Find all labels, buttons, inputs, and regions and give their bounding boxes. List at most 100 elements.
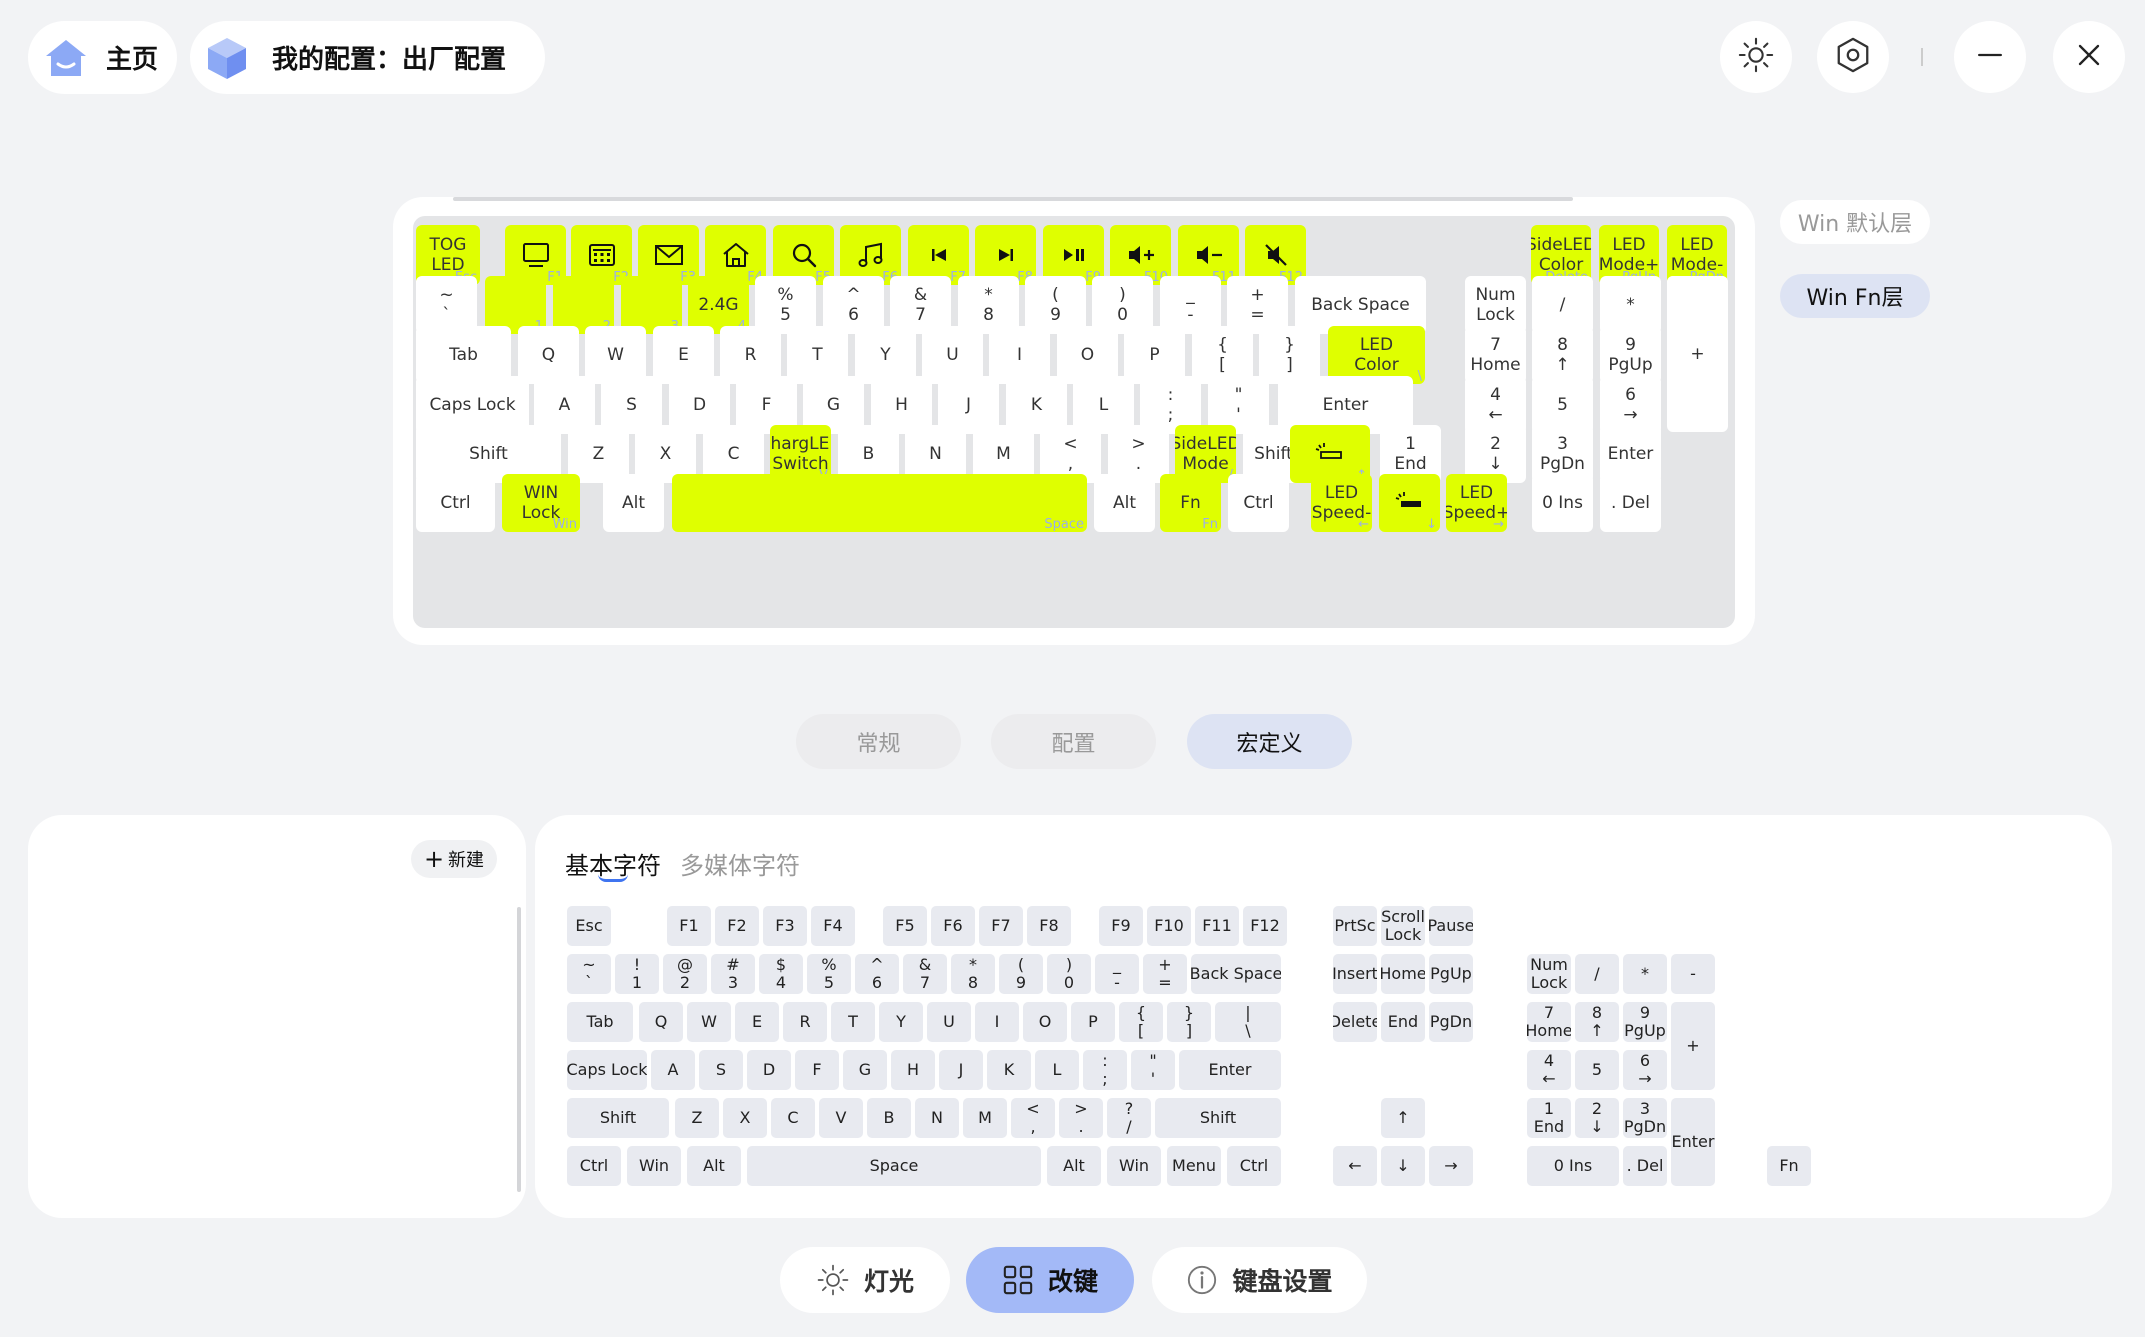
key-win-lock[interactable]: WIN Lock Win	[502, 474, 580, 532]
picker-key-m[interactable]: M	[963, 1098, 1007, 1138]
key-alt[interactable]: Alt	[1094, 474, 1155, 532]
picker-key-tab[interactable]: Tab	[567, 1002, 633, 1042]
key-del[interactable]: . Del	[1600, 474, 1661, 532]
picker-key-blank[interactable]: | \	[1215, 1002, 1281, 1042]
key-blank[interactable]: ↓	[1379, 474, 1440, 532]
tab-config[interactable]: 配置	[991, 714, 1156, 769]
picker-key-0-ins[interactable]: 0 Ins	[1527, 1146, 1619, 1186]
picker-key-5[interactable]: 5	[1575, 1050, 1619, 1090]
picker-key-4[interactable]: 4 ←	[1527, 1050, 1571, 1090]
picker-key-r[interactable]: R	[783, 1002, 827, 1042]
picker-key-0[interactable]: ) 0	[1047, 954, 1091, 994]
key-led-speed[interactable]: LED Speed- ←	[1311, 474, 1372, 532]
tab-media-chars[interactable]: 多媒体字符	[680, 846, 800, 881]
config-name-pill[interactable]: 我的配置：出厂配置	[190, 21, 545, 94]
picker-key-f6[interactable]: F6	[931, 906, 975, 946]
picker-key-y[interactable]: Y	[879, 1002, 923, 1042]
picker-key-win[interactable]: Win	[1107, 1146, 1161, 1186]
picker-key-3-pgdn[interactable]: 3 PgDn	[1623, 1098, 1667, 1138]
picker-key-blank[interactable]: + =	[1143, 954, 1187, 994]
key-0-ins[interactable]: 0 Ins	[1532, 474, 1593, 532]
picker-key-h[interactable]: H	[891, 1050, 935, 1090]
nav-keyboard-settings[interactable]: 键盘设置	[1152, 1247, 1367, 1313]
picker-key-blank[interactable]: ←	[1333, 1146, 1377, 1186]
picker-key-7-home[interactable]: 7 Home	[1527, 1002, 1571, 1042]
picker-key-blank[interactable]: } ]	[1167, 1002, 1211, 1042]
picker-key-esc[interactable]: Esc	[567, 906, 611, 946]
picker-key-o[interactable]: O	[1023, 1002, 1067, 1042]
picker-key-e[interactable]: E	[735, 1002, 779, 1042]
close-button[interactable]	[2053, 21, 2125, 93]
picker-key-shift[interactable]: Shift	[567, 1098, 669, 1138]
brightness-button[interactable]	[1720, 21, 1792, 93]
picker-key-blank[interactable]: ↑	[1381, 1098, 1425, 1138]
picker-key-win[interactable]: Win	[627, 1146, 681, 1186]
picker-key-end[interactable]: End	[1381, 1002, 1425, 1042]
picker-key-enter[interactable]: Enter	[1671, 1098, 1715, 1186]
tab-macro[interactable]: 宏定义	[1187, 714, 1352, 769]
picker-key-menu[interactable]: Menu	[1167, 1146, 1221, 1186]
home-button[interactable]: 主页	[28, 21, 177, 94]
picker-key-f10[interactable]: F10	[1147, 906, 1191, 946]
picker-key-back-space[interactable]: Back Space	[1191, 954, 1281, 994]
picker-key-prtsc[interactable]: PrtSc	[1333, 906, 1377, 946]
picker-key-scroll-lock[interactable]: Scroll Lock	[1381, 906, 1425, 946]
picker-key-9-pgup[interactable]: 9 PgUp	[1623, 1002, 1667, 1042]
picker-key-n[interactable]: N	[915, 1098, 959, 1138]
picker-key-9[interactable]: ( 9	[999, 954, 1043, 994]
picker-key-f9[interactable]: F9	[1099, 906, 1143, 946]
macro-list-scrollbar[interactable]	[517, 907, 521, 1192]
picker-key-8[interactable]: * 8	[951, 954, 995, 994]
picker-key-ctrl[interactable]: Ctrl	[567, 1146, 621, 1186]
key-blank[interactable]: +	[1667, 276, 1728, 432]
picker-key-blank[interactable]: +	[1671, 1002, 1715, 1090]
picker-key-f3[interactable]: F3	[763, 906, 807, 946]
picker-key-blank[interactable]: ↓	[1381, 1146, 1425, 1186]
layer-fn[interactable]: Win Fn层	[1780, 274, 1930, 318]
picker-key-blank[interactable]: /	[1575, 954, 1619, 994]
new-macro-button[interactable]: + 新建	[411, 840, 497, 878]
nav-lighting[interactable]: 灯光	[780, 1247, 950, 1313]
picker-key-insert[interactable]: Insert	[1333, 954, 1377, 994]
picker-key-c[interactable]: C	[771, 1098, 815, 1138]
picker-key-enter[interactable]: Enter	[1179, 1050, 1281, 1090]
picker-key-a[interactable]: A	[651, 1050, 695, 1090]
picker-key-t[interactable]: T	[831, 1002, 875, 1042]
picker-key-delete[interactable]: Delete	[1333, 1002, 1377, 1042]
picker-key-caps-lock[interactable]: Caps Lock	[567, 1050, 647, 1090]
picker-key-f11[interactable]: F11	[1195, 906, 1239, 946]
picker-key-f4[interactable]: F4	[811, 906, 855, 946]
picker-key-v[interactable]: V	[819, 1098, 863, 1138]
key-alt[interactable]: Alt	[603, 474, 664, 532]
picker-key-alt[interactable]: Alt	[687, 1146, 741, 1186]
picker-key-pause[interactable]: Pause	[1429, 906, 1473, 946]
picker-key-shift[interactable]: Shift	[1155, 1098, 1281, 1138]
picker-key-3[interactable]: # 3	[711, 954, 755, 994]
picker-key-f1[interactable]: F1	[667, 906, 711, 946]
picker-key-pgup[interactable]: PgUp	[1429, 954, 1473, 994]
picker-key-7[interactable]: & 7	[903, 954, 947, 994]
picker-key-j[interactable]: J	[939, 1050, 983, 1090]
picker-key-1[interactable]: ! 1	[615, 954, 659, 994]
picker-key-u[interactable]: U	[927, 1002, 971, 1042]
picker-key-2[interactable]: 2 ↓	[1575, 1098, 1619, 1138]
picker-key-w[interactable]: W	[687, 1002, 731, 1042]
picker-key-b[interactable]: B	[867, 1098, 911, 1138]
picker-key-space[interactable]: Space	[747, 1146, 1041, 1186]
picker-key-blank[interactable]: < ,	[1011, 1098, 1055, 1138]
picker-key-alt[interactable]: Alt	[1047, 1146, 1101, 1186]
picker-key-f5[interactable]: F5	[883, 906, 927, 946]
layer-default[interactable]: Win 默认层	[1780, 200, 1930, 244]
key-ctrl[interactable]: Ctrl	[416, 474, 495, 532]
picker-key-blank[interactable]: _ -	[1095, 954, 1139, 994]
picker-key-f8[interactable]: F8	[1027, 906, 1071, 946]
picker-key-6[interactable]: ^ 6	[855, 954, 899, 994]
key-led-speed[interactable]: LED Speed+ →	[1446, 474, 1507, 532]
picker-key-blank[interactable]: -	[1671, 954, 1715, 994]
picker-key-num-lock[interactable]: Num Lock	[1527, 954, 1571, 994]
key-space[interactable]: Space	[672, 474, 1087, 532]
picker-key-fn[interactable]: Fn	[1767, 1146, 1811, 1186]
picker-key-blank[interactable]: " '	[1131, 1050, 1175, 1090]
picker-key-blank[interactable]: →	[1429, 1146, 1473, 1186]
picker-key-2[interactable]: @ 2	[663, 954, 707, 994]
